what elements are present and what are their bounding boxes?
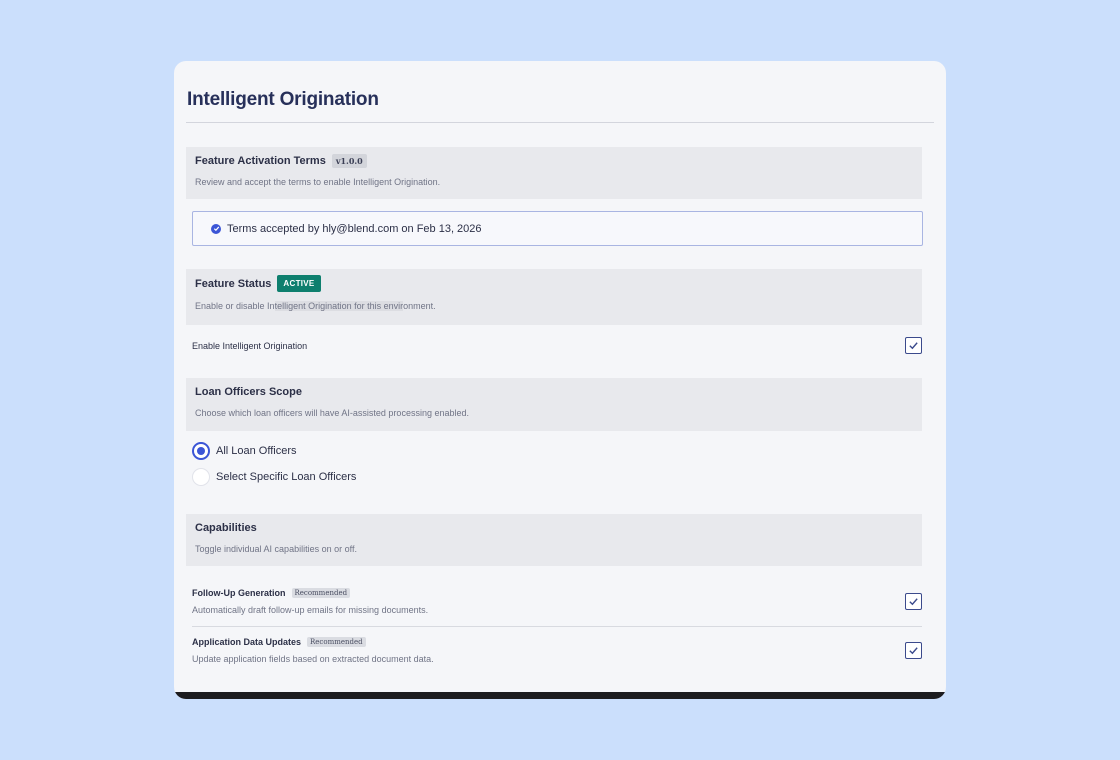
capability-follow-up-title-row: Follow-Up Generation Recommended bbox=[192, 588, 351, 598]
capability-title: Application Data Updates bbox=[192, 637, 302, 647]
status-title-row: Feature Status ACTIVE bbox=[195, 275, 321, 292]
terms-description: Review and accept the terms to enable In… bbox=[195, 177, 441, 187]
scope-section-header: Loan Officers Scope Choose which loan of… bbox=[186, 378, 922, 431]
title-divider bbox=[186, 122, 934, 123]
scope-description: Choose which loan officers will have AI-… bbox=[195, 408, 469, 418]
radio-label: Select Specific Loan Officers bbox=[216, 471, 357, 483]
radio-unselected-icon[interactable] bbox=[192, 468, 210, 486]
recommended-badge: Recommended bbox=[291, 588, 351, 598]
capabilities-title: Capabilities bbox=[195, 522, 257, 534]
terms-accepted-banner: Terms accepted by hly@blend.com on Feb 1… bbox=[192, 211, 923, 246]
capability-title: Follow-Up Generation bbox=[192, 588, 286, 598]
capabilities-description: Toggle individual AI capabilities on or … bbox=[195, 544, 357, 554]
terms-accepted-text: Terms accepted by hly@blend.com on Feb 1… bbox=[227, 222, 482, 235]
taskbar-strip bbox=[174, 692, 946, 699]
capabilities-section-header: Capabilities Toggle individual AI capabi… bbox=[186, 514, 922, 566]
page-title: Intelligent Origination bbox=[187, 89, 379, 110]
capability-divider bbox=[192, 626, 922, 627]
checkmark-icon bbox=[909, 598, 918, 606]
capability-description: Update application fields based on extra… bbox=[192, 654, 434, 664]
terms-title: Feature Activation Terms bbox=[195, 155, 326, 167]
capability-data-updates-title-row: Application Data Updates Recommended bbox=[192, 637, 366, 647]
checkmark-icon bbox=[909, 647, 918, 655]
terms-section-header: Feature Activation Terms v1.0.0 Review a… bbox=[186, 147, 922, 199]
follow-up-generation-checkbox[interactable] bbox=[905, 593, 922, 610]
status-section-header: Feature Status ACTIVE Enable or disable … bbox=[186, 269, 922, 325]
radio-all-loan-officers[interactable]: All Loan Officers bbox=[192, 442, 297, 460]
terms-title-row: Feature Activation Terms v1.0.0 bbox=[195, 154, 367, 168]
scope-title: Loan Officers Scope bbox=[195, 386, 302, 398]
enable-toggle-label: Enable Intelligent Origination bbox=[192, 341, 308, 351]
settings-card: Intelligent Origination Feature Activati… bbox=[174, 61, 946, 699]
status-description-start: Enable or disable In bbox=[195, 301, 275, 311]
status-description-highlight: telligent Origination for this envir bbox=[274, 301, 404, 311]
radio-label: All Loan Officers bbox=[216, 445, 297, 457]
status-badge: ACTIVE bbox=[277, 275, 321, 292]
checkmark-icon bbox=[909, 342, 918, 350]
status-description-end: onment. bbox=[403, 301, 436, 311]
radio-selected-icon[interactable] bbox=[192, 442, 210, 460]
application-data-updates-checkbox[interactable] bbox=[905, 642, 922, 659]
recommended-badge: Recommended bbox=[307, 637, 366, 647]
capability-description: Automatically draft follow-up emails for… bbox=[192, 605, 429, 615]
enable-intelligent-origination-checkbox[interactable] bbox=[905, 337, 922, 354]
status-title: Feature Status bbox=[195, 277, 272, 290]
radio-specific-loan-officers[interactable]: Select Specific Loan Officers bbox=[192, 468, 356, 486]
status-description: Enable or disable Intelligent Originatio… bbox=[195, 301, 436, 311]
check-circle-icon bbox=[211, 223, 221, 234]
version-badge: v1.0.0 bbox=[331, 154, 367, 168]
